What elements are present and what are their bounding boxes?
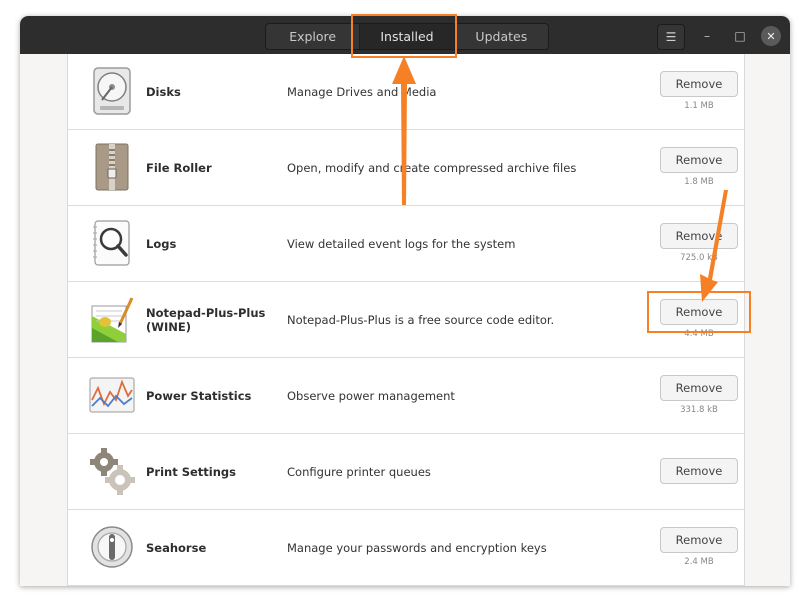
list-item[interactable]: Disks Manage Drives and Media Remove 1.1…	[68, 54, 744, 130]
remove-button[interactable]: Remove	[660, 223, 738, 249]
app-description: Manage your passwords and encryption key…	[287, 540, 547, 555]
app-name: Print Settings	[146, 464, 237, 479]
app-description: Manage Drives and Media	[287, 84, 437, 99]
list-item[interactable]: Power Statistics Observe power managemen…	[68, 358, 744, 434]
maximize-button[interactable]: □	[730, 26, 750, 46]
list-item[interactable]: Seahorse Manage your passwords and encry…	[68, 510, 744, 586]
remove-button[interactable]: Remove	[660, 147, 738, 173]
tab-updates[interactable]: Updates	[455, 24, 548, 49]
app-size: 331.8 kB	[680, 405, 718, 415]
hamburger-menu-button[interactable]: ☰	[657, 24, 685, 50]
installed-tab-highlight	[351, 14, 457, 58]
installed-app-list: Disks Manage Drives and Media Remove 1.1…	[67, 54, 745, 586]
remove-button[interactable]: Remove	[660, 71, 738, 97]
hamburger-menu-icon: ☰	[665, 30, 677, 44]
list-item[interactable]: Notepad-Plus-Plus (WINE) Notepad-Plus-Pl…	[68, 282, 744, 358]
minimize-button[interactable]: –	[697, 26, 717, 46]
list-item[interactable]: Logs View detailed event logs for the sy…	[68, 206, 744, 282]
app-description: View detailed event logs for the system	[287, 236, 516, 251]
power-graph-icon	[88, 370, 136, 420]
close-icon: ✕	[766, 29, 776, 43]
notepad-icon	[88, 294, 136, 344]
app-size: 1.1 MB	[684, 101, 714, 111]
magnifier-icon	[88, 218, 136, 268]
app-size: 2.4 MB	[684, 557, 714, 567]
app-description: Notepad-Plus-Plus is a free source code …	[287, 312, 555, 327]
gears-icon	[88, 446, 136, 496]
remove-button[interactable]: Remove	[660, 527, 738, 553]
app-name: Power Statistics	[146, 388, 252, 403]
app-name: Notepad-Plus-Plus (WINE)	[146, 305, 266, 334]
app-name: Disks	[146, 84, 181, 99]
maximize-icon: □	[734, 29, 746, 43]
remove-button-highlight	[647, 291, 751, 333]
disks-icon	[88, 66, 136, 116]
app-description: Observe power management	[287, 388, 455, 403]
app-description: Open, modify and create compressed archi…	[287, 160, 577, 175]
remove-button[interactable]: Remove	[660, 458, 738, 484]
app-name: Seahorse	[146, 540, 207, 555]
app-description: Configure printer queues	[287, 464, 431, 479]
close-button[interactable]: ✕	[761, 26, 781, 46]
keyring-icon	[88, 522, 136, 572]
list-item[interactable]: File Roller Open, modify and create comp…	[68, 130, 744, 206]
archive-icon	[88, 142, 136, 192]
app-name: File Roller	[146, 160, 212, 175]
app-size: 1.8 MB	[684, 177, 714, 187]
app-size: 725.0 kB	[680, 253, 718, 263]
remove-button[interactable]: Remove	[660, 375, 738, 401]
minimize-icon: –	[704, 29, 710, 43]
list-item[interactable]: Print Settings Configure printer queues …	[68, 434, 744, 510]
tab-explore[interactable]: Explore	[266, 24, 361, 49]
app-name: Logs	[146, 236, 177, 251]
